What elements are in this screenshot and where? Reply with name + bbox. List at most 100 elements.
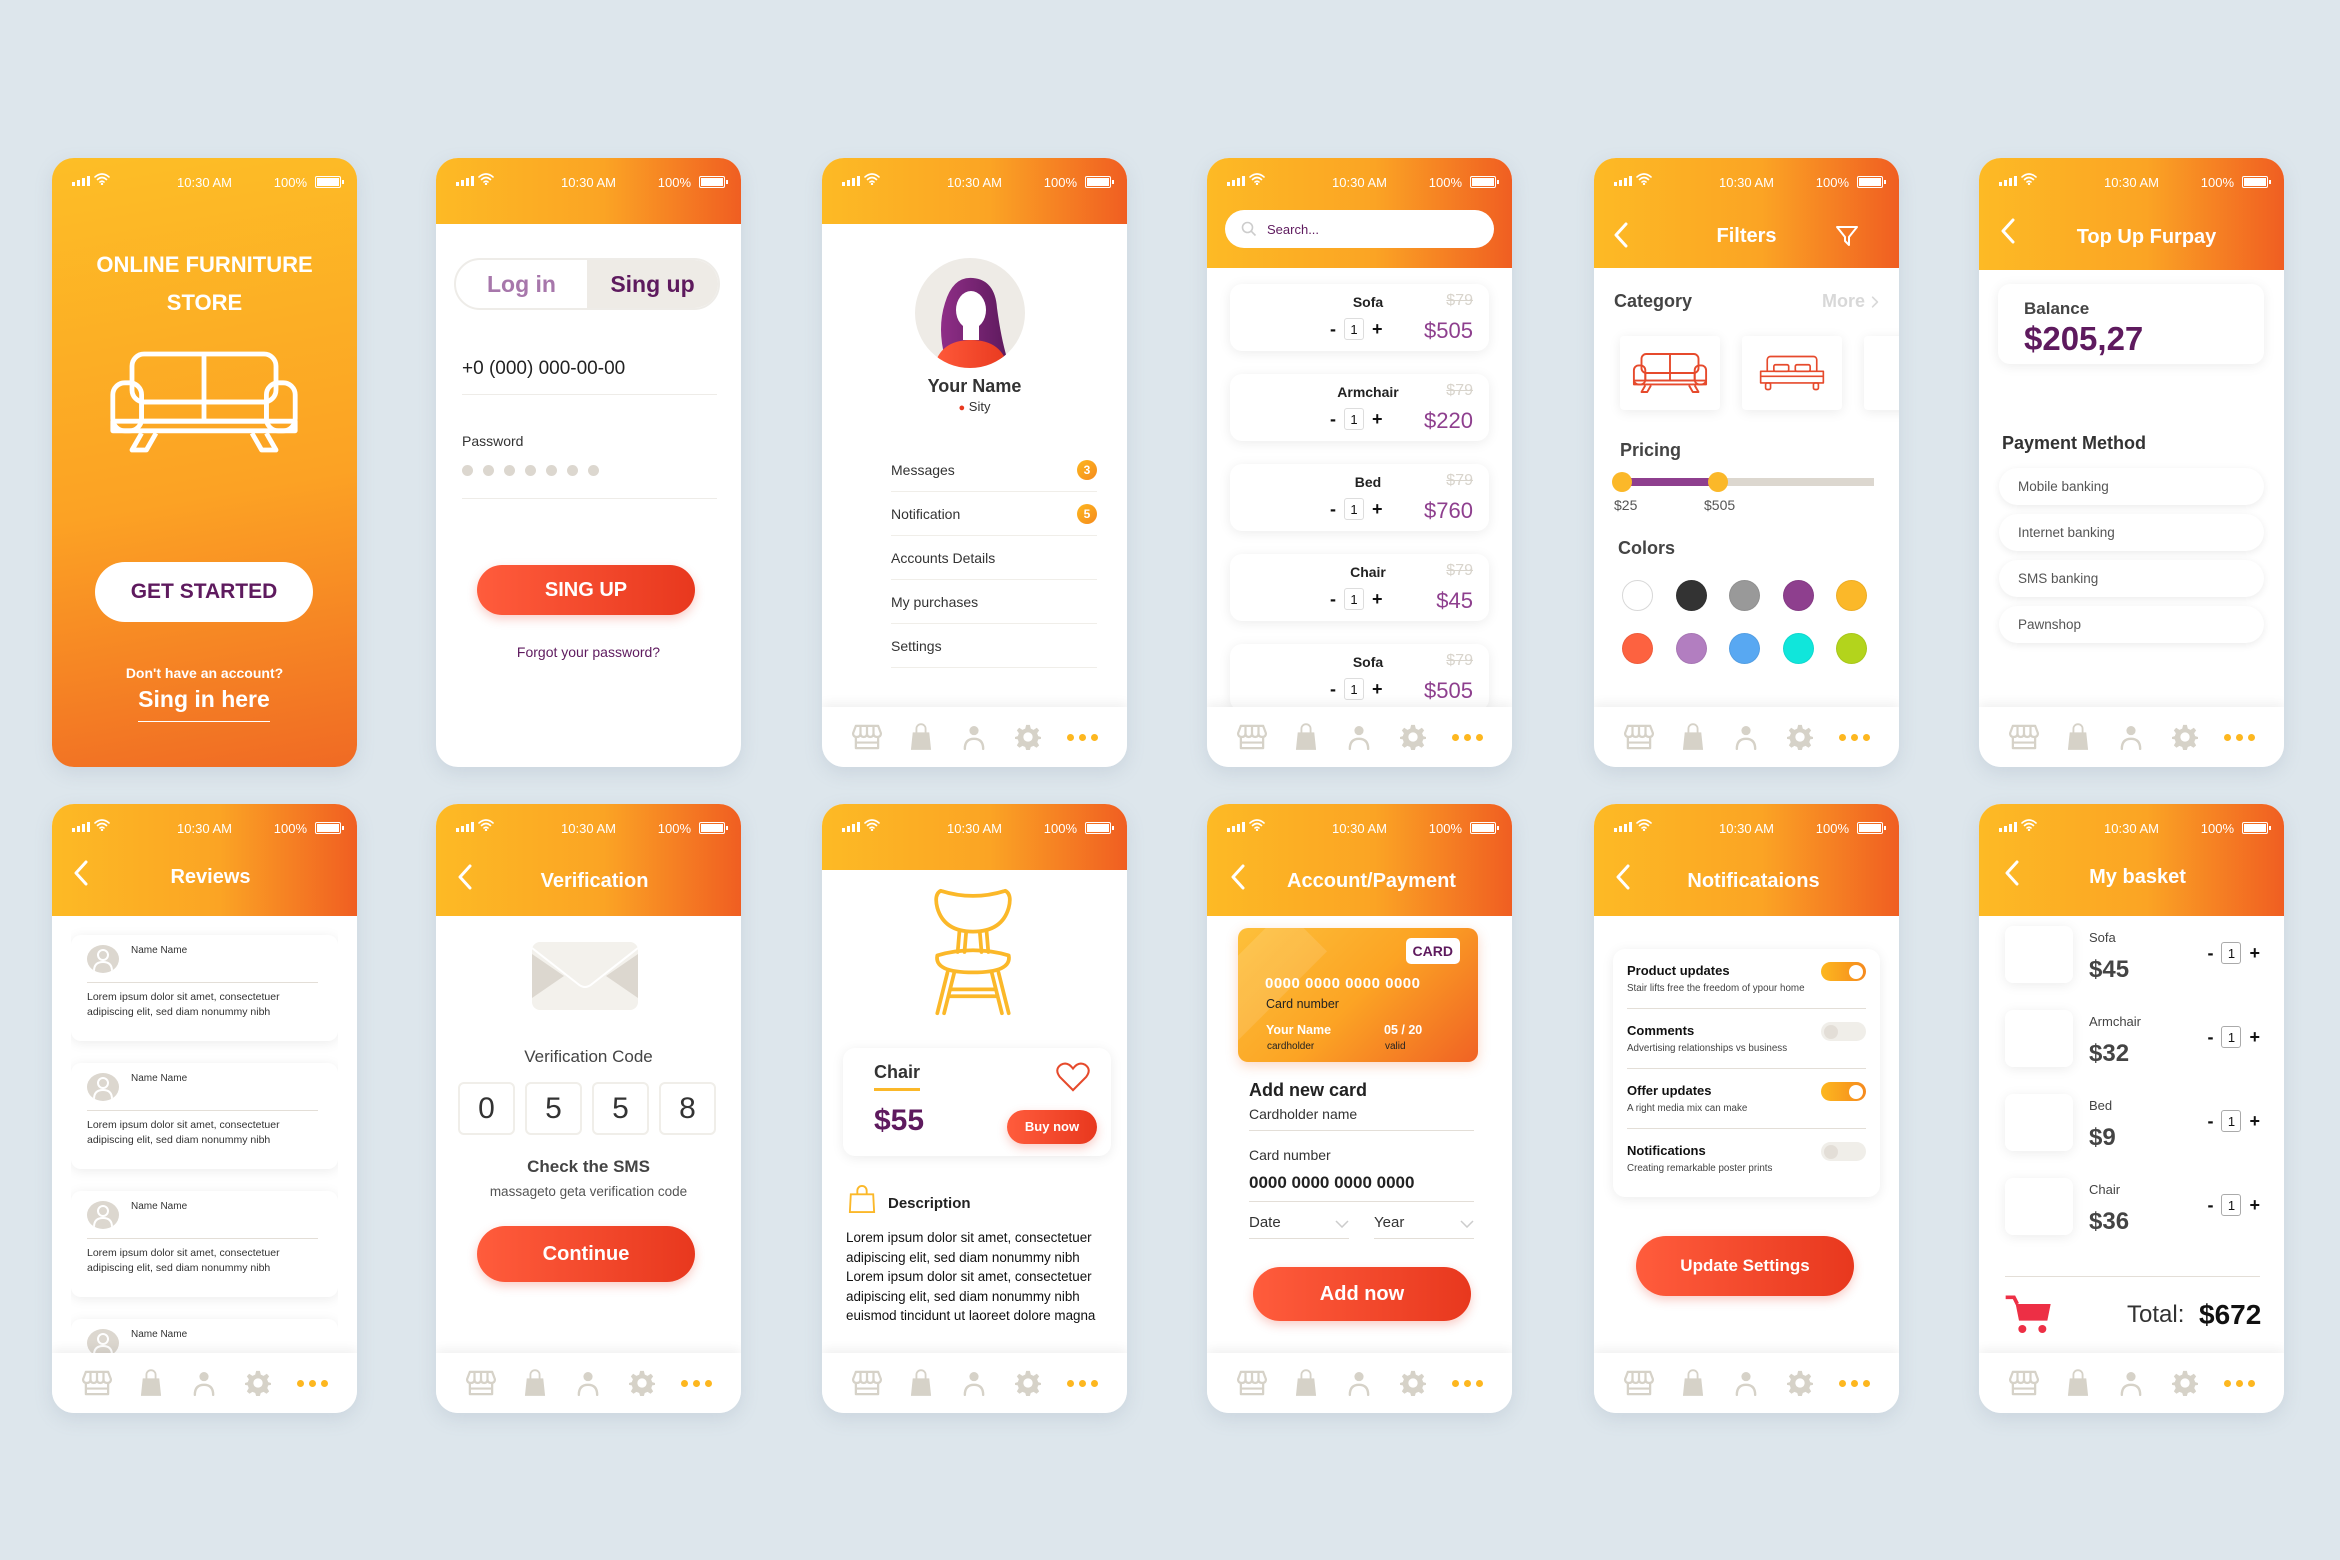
payment-card[interactable]: CARD 0000 0000 0000 0000 Card number You… [1238, 928, 1478, 1062]
decrement-button[interactable]: - [1330, 409, 1336, 430]
tab-bag[interactable] [904, 1366, 938, 1400]
decrement-button[interactable]: - [2207, 1027, 2213, 1048]
product-card[interactable]: Bed -1 + $79 $760 [1230, 464, 1489, 531]
decrement-button[interactable]: - [1330, 679, 1336, 700]
update-settings-button[interactable]: Update Settings [1636, 1236, 1854, 1296]
forgot-password-link[interactable]: Forgot your password? [436, 644, 741, 660]
tab-store[interactable] [80, 1366, 114, 1400]
tab-more[interactable] [1065, 720, 1099, 754]
tab-store[interactable] [1235, 1366, 1269, 1400]
increment-button[interactable]: + [2249, 943, 2260, 964]
tab-more[interactable] [2222, 1366, 2256, 1400]
tab-more[interactable] [1837, 720, 1871, 754]
tab-settings[interactable] [1396, 1366, 1430, 1400]
decrement-button[interactable]: - [1330, 499, 1336, 520]
payment-method-internet-banking[interactable]: Internet banking [1999, 514, 2264, 551]
tab-more[interactable] [679, 1366, 713, 1400]
code-digit[interactable]: 5 [525, 1082, 582, 1135]
add-now-button[interactable]: Add now [1253, 1267, 1471, 1321]
tab-bag[interactable] [2061, 720, 2095, 754]
tab-settings[interactable] [625, 1366, 659, 1400]
password-field[interactable] [462, 463, 717, 499]
tab-profile[interactable] [1342, 1366, 1376, 1400]
tab-settings[interactable] [1396, 720, 1430, 754]
menu-item-settings[interactable]: Settings [846, 624, 1097, 668]
tab-settings[interactable] [2168, 1366, 2202, 1400]
tab-profile[interactable] [2114, 1366, 2148, 1400]
buy-now-button[interactable]: Buy now [1007, 1110, 1097, 1144]
tab-bag[interactable] [1676, 1366, 1710, 1400]
quantity-value[interactable]: 1 [1344, 498, 1364, 520]
tab-store[interactable] [1622, 720, 1656, 754]
tab-settings[interactable] [241, 1366, 275, 1400]
tab-profile[interactable] [1342, 720, 1376, 754]
price-min-handle[interactable] [1612, 472, 1632, 492]
tab-settings[interactable] [1011, 1366, 1045, 1400]
tab-profile[interactable] [187, 1366, 221, 1400]
category-sofa[interactable] [1620, 336, 1720, 410]
tab-store[interactable] [1622, 1366, 1656, 1400]
payment-method-mobile-banking[interactable]: Mobile banking [1999, 468, 2264, 505]
tab-bag[interactable] [904, 720, 938, 754]
increment-button[interactable]: + [1372, 589, 1383, 610]
product-thumbnail[interactable] [2005, 1178, 2073, 1235]
color-swatch[interactable] [1836, 633, 1867, 664]
quantity-stepper[interactable]: -1 + [1330, 588, 1383, 610]
menu-item-messages[interactable]: Messages 3 [846, 448, 1097, 492]
tab-store[interactable] [2007, 1366, 2041, 1400]
search-input[interactable]: Search... [1225, 210, 1494, 248]
tab-profile[interactable] [2114, 720, 2148, 754]
tab-profile[interactable] [571, 1366, 605, 1400]
tab-store[interactable] [1235, 720, 1269, 754]
tab-profile[interactable] [1729, 720, 1763, 754]
quantity-stepper[interactable]: -1 + [2207, 1194, 2260, 1216]
increment-button[interactable]: + [1372, 679, 1383, 700]
quantity-value[interactable]: 1 [2221, 1026, 2242, 1048]
quantity-stepper[interactable]: -1 + [2207, 942, 2260, 964]
quantity-stepper[interactable]: -1 + [1330, 318, 1383, 340]
product-card[interactable]: Sofa -1 + $79 $505 [1230, 284, 1489, 351]
color-swatch[interactable] [1622, 633, 1653, 664]
code-digit[interactable]: 5 [592, 1082, 649, 1135]
get-started-button[interactable]: GET STARTED [95, 562, 313, 622]
cardholder-name-field[interactable]: Cardholder name [1249, 1106, 1474, 1131]
increment-button[interactable]: + [2249, 1027, 2260, 1048]
tab-store[interactable] [2007, 720, 2041, 754]
increment-button[interactable]: + [2249, 1195, 2260, 1216]
product-thumbnail[interactable] [2005, 1010, 2073, 1067]
category-bed[interactable] [1742, 336, 1842, 410]
tab-bag[interactable] [134, 1366, 168, 1400]
color-swatch[interactable] [1782, 633, 1814, 664]
decrement-button[interactable]: - [1330, 319, 1336, 340]
quantity-value[interactable]: 1 [2221, 1194, 2242, 1216]
quantity-value[interactable]: 1 [1344, 588, 1364, 610]
continue-button[interactable]: Continue [477, 1226, 695, 1282]
toggle-switch[interactable] [1821, 1022, 1866, 1041]
tab-store[interactable] [464, 1366, 498, 1400]
product-card[interactable]: Sofa -1 + $79 $505 [1230, 644, 1489, 711]
increment-button[interactable]: + [2249, 1111, 2260, 1132]
tab-profile[interactable] [957, 720, 991, 754]
product-card[interactable]: Chair -1 + $79 $45 [1230, 554, 1489, 621]
tab-signup[interactable]: Sing up [587, 260, 718, 308]
quantity-stepper[interactable]: -1 + [1330, 408, 1383, 430]
menu-item-my-purchases[interactable]: My purchases [846, 580, 1097, 624]
decrement-button[interactable]: - [2207, 1195, 2213, 1216]
quantity-stepper[interactable]: -1 + [2207, 1110, 2260, 1132]
more-link[interactable]: More [1822, 291, 1879, 312]
product-thumbnail[interactable] [2005, 926, 2073, 983]
tab-store[interactable] [850, 1366, 884, 1400]
increment-button[interactable]: + [1372, 409, 1383, 430]
tab-settings[interactable] [1783, 1366, 1817, 1400]
menu-item-accounts-details[interactable]: Accounts Details [846, 536, 1097, 580]
signin-link[interactable]: Sing in here [138, 686, 270, 722]
quantity-value[interactable]: 1 [2221, 942, 2242, 964]
color-swatch[interactable] [1675, 580, 1707, 611]
category-more[interactable] [1864, 336, 1899, 410]
filter-icon[interactable] [1835, 224, 1859, 248]
code-digit[interactable]: 0 [458, 1082, 515, 1135]
signup-button[interactable]: SING UP [477, 565, 695, 615]
increment-button[interactable]: + [1372, 319, 1383, 340]
payment-method-sms-banking[interactable]: SMS banking [1999, 560, 2264, 597]
tab-more[interactable] [2222, 720, 2256, 754]
